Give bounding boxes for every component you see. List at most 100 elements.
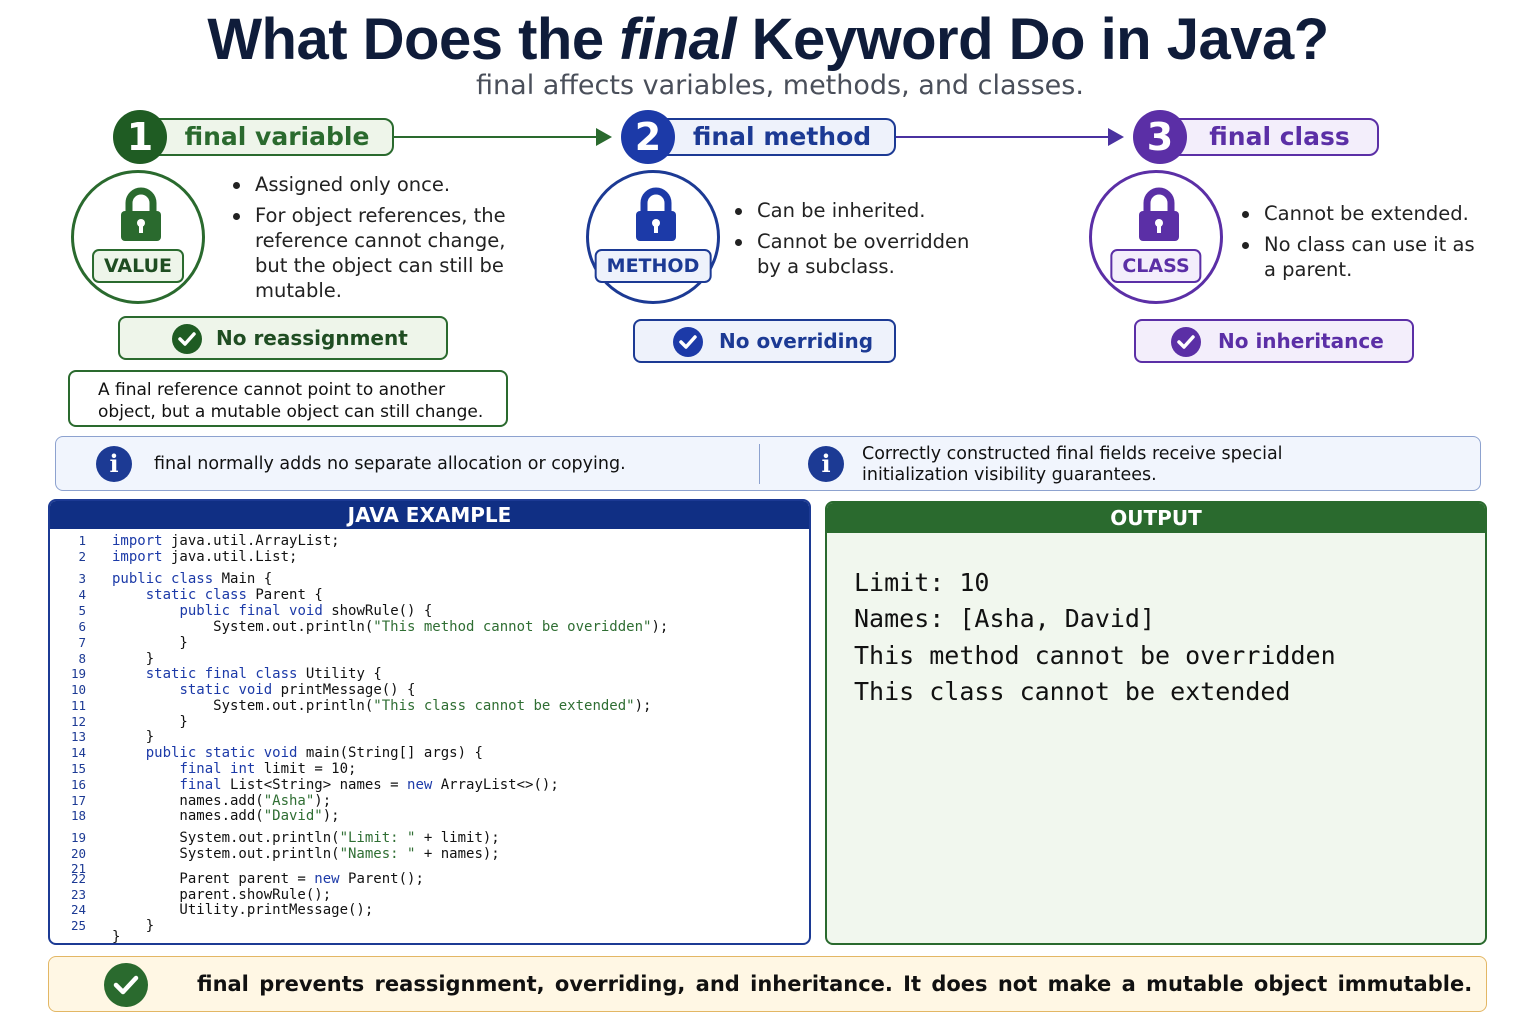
output-line: This method cannot be overridden — [854, 640, 1336, 670]
code-text: names.add("Asha"); — [112, 793, 332, 809]
line-number: 25 — [70, 918, 86, 933]
code-text: } — [112, 635, 188, 651]
code-text: System.out.println("Limit: " + limit); — [112, 830, 500, 846]
output-line: Names: [Asha, David] — [854, 604, 1156, 634]
code-text: System.out.println("This method cannot b… — [112, 619, 669, 635]
method-bullets: Can be inherited. Cannot be overridden b… — [733, 198, 983, 285]
arrow-1-to-2 — [394, 128, 612, 146]
title-text: What Does the — [207, 7, 620, 72]
step-1-pill: final variable — [140, 118, 394, 156]
code-text: public final void showRule() { — [179, 603, 433, 619]
class-tag: CLASS — [1110, 249, 1202, 283]
step-3-pill: final class — [1160, 118, 1379, 156]
line-number: 14 — [70, 745, 86, 760]
title-keyword: final — [619, 7, 736, 72]
code-text: Utility.printMessage(); — [112, 902, 374, 918]
line-number: 5 — [78, 603, 86, 618]
line-number: 7 — [78, 635, 86, 650]
line-number: 15 — [70, 761, 86, 776]
code-text: static final class Utility { — [145, 666, 382, 682]
line-number: 10 — [70, 682, 86, 697]
title-text-end: Keyword Do in Java? — [735, 7, 1330, 72]
check-circle-icon — [172, 324, 202, 354]
info-divider — [759, 444, 760, 484]
code-text: parent.showRule(); — [112, 887, 332, 903]
line-number: 23 — [70, 887, 86, 902]
line-number: 13 — [70, 729, 86, 744]
step-2-number: 2 — [621, 110, 675, 164]
method-lock-badge: METHOD — [586, 170, 720, 304]
code-text: } — [112, 729, 155, 745]
code-text: final int limit = 10; — [179, 761, 357, 777]
badge-text: No reassignment — [216, 326, 408, 350]
code-text: import java.util.ArrayList; — [112, 533, 340, 549]
output-line: Limit: 10 — [854, 568, 990, 597]
bullet-item: Assigned only once. — [231, 172, 511, 197]
code-text: static void printMessage() { — [179, 682, 416, 698]
line-number: 2 — [78, 549, 86, 564]
output-panel: OUTPUT Limit: 10 Names: [Asha, David] Th… — [825, 501, 1487, 945]
method-tag: METHOD — [594, 249, 712, 283]
bullet-item: No class can use it as a parent. — [1240, 232, 1490, 282]
java-example-panel: JAVA EXAMPLE 1 import java.util.ArrayList… — [48, 499, 811, 945]
line-number: 17 — [70, 793, 86, 808]
arrow-2-to-3 — [896, 128, 1124, 146]
line-number: 24 — [70, 902, 86, 917]
value-tag: VALUE — [92, 249, 184, 283]
bullet-item: For object references, the reference can… — [231, 203, 511, 303]
class-lock-badge: CLASS — [1089, 170, 1223, 304]
step-2-label: final method — [692, 122, 872, 151]
output-lines: Limit: 10 Names: [Asha, David] This meth… — [854, 565, 1336, 710]
page-subtitle: final affects variables, methods, and cl… — [476, 70, 1084, 101]
line-number: 19 — [70, 666, 86, 681]
output-line: This class cannot be extended — [854, 676, 1291, 706]
code-text: } — [112, 714, 188, 730]
info-bar: i final normally adds no separate alloca… — [55, 436, 1481, 491]
java-example-title: JAVA EXAMPLE — [50, 501, 809, 529]
lock-icon — [121, 187, 161, 241]
badge-text: No overriding — [719, 329, 874, 353]
bullet-item: Cannot be extended. — [1240, 201, 1490, 226]
line-number: 6 — [78, 619, 86, 634]
variable-bullets: Assigned only once. For object reference… — [231, 172, 511, 309]
summary-text: final prevents reassignment, overriding,… — [197, 972, 1473, 996]
line-number: 1 — [78, 533, 86, 548]
code-text: } — [112, 929, 121, 945]
code-text: public class Main { — [112, 571, 273, 587]
summary-footer: final prevents reassignment, overriding,… — [48, 956, 1487, 1012]
code-text: } — [112, 651, 155, 667]
bullet-item: Can be inherited. — [733, 198, 983, 223]
value-lock-badge: VALUE — [71, 170, 205, 304]
info-text-visibility: Correctly constructed final fields recei… — [862, 444, 1283, 485]
code-text: public static void main(String[] args) { — [145, 745, 483, 761]
line-number: 18 — [70, 808, 86, 823]
check-circle-icon — [673, 327, 703, 357]
line-number: 12 — [70, 714, 86, 729]
code-text: static class Parent { — [145, 587, 323, 603]
info-icon: i — [96, 446, 132, 482]
step-2-pill: final method — [648, 118, 896, 156]
step-1-number: 1 — [113, 110, 167, 164]
class-bullets: Cannot be extended. No class can use it … — [1240, 201, 1490, 288]
line-number: 4 — [78, 587, 86, 602]
check-circle-icon — [104, 963, 148, 1007]
code-text: names.add("David"); — [112, 808, 340, 824]
line-number: 20 — [70, 846, 86, 861]
no-reassignment-badge: No reassignment — [118, 316, 448, 360]
line-number: 8 — [78, 651, 86, 666]
reference-note: A final reference cannot point to anothe… — [68, 370, 508, 427]
code-text: System.out.println("Names: " + names); — [112, 846, 500, 862]
line-number: 16 — [70, 777, 86, 792]
no-overriding-badge: No overriding — [633, 319, 896, 363]
code-text: import java.util.List; — [112, 549, 298, 565]
check-circle-icon — [1171, 327, 1201, 357]
no-inheritance-badge: No inheritance — [1134, 319, 1414, 363]
step-3-label: final class — [1209, 122, 1350, 151]
line-number: 11 — [70, 698, 86, 713]
code-text: final List<String> names = new ArrayList… — [179, 777, 559, 793]
step-1-label: final variable — [184, 122, 370, 151]
info-text-allocation: final normally adds no separate allocati… — [154, 454, 626, 474]
badge-text: No inheritance — [1218, 329, 1384, 353]
bullet-item: Cannot be overridden by a subclass. — [733, 229, 983, 279]
step-3-number: 3 — [1133, 110, 1187, 164]
